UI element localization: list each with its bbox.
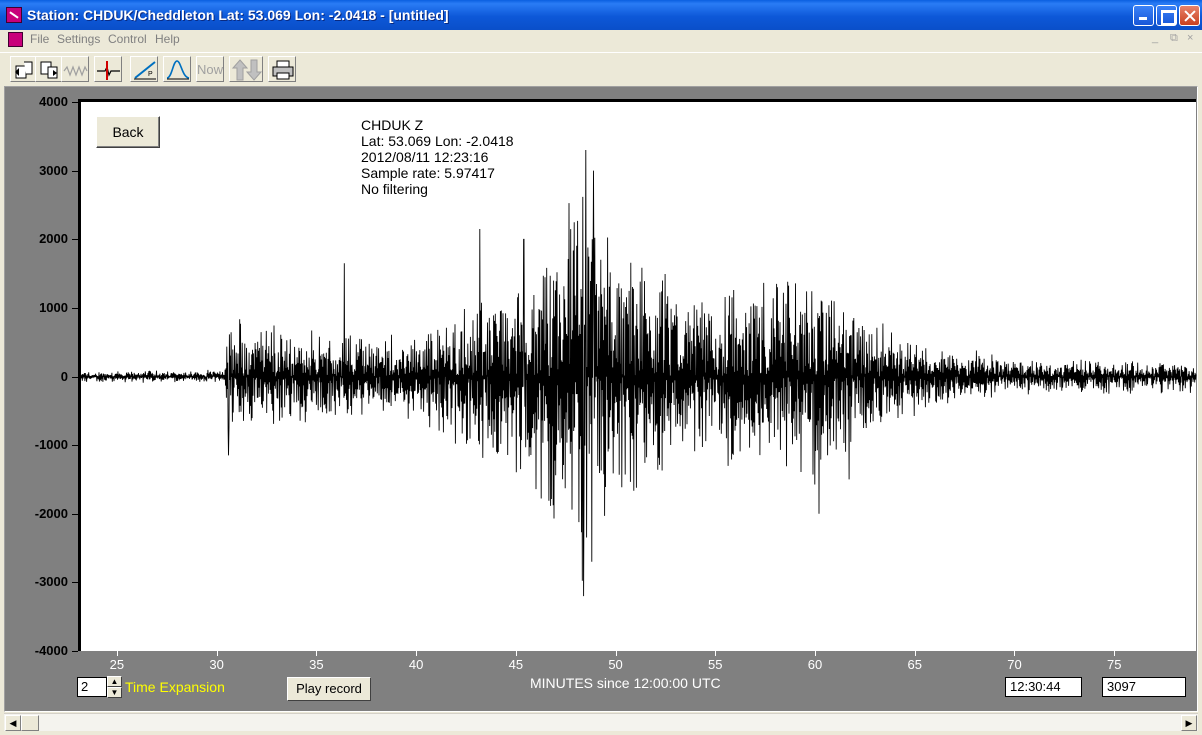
now-label: Now (197, 62, 224, 77)
open-file-button[interactable] (10, 56, 38, 82)
y-tick-label: 1000 (39, 299, 68, 315)
y-tick-label: -2000 (34, 505, 68, 521)
trend-button[interactable]: P (130, 56, 158, 82)
scroll-thumb[interactable] (21, 715, 39, 731)
save-file-button[interactable] (35, 56, 63, 82)
series-line (81, 149, 1197, 597)
time-expansion-label: Time Expansion (125, 679, 225, 695)
x-tick-label: 30 (209, 657, 224, 672)
x-tick-label: 50 (608, 657, 623, 672)
spin-down-icon: ▼ (110, 688, 119, 697)
menu-bar: File Settings Control Help _ ⧉ × (0, 30, 1202, 49)
trend-icon: P (134, 61, 156, 80)
y-tick-label: 0 (60, 368, 68, 384)
y-tick-label: 3000 (39, 162, 68, 178)
menu-control[interactable]: Control (108, 32, 147, 46)
close-button[interactable] (1179, 5, 1200, 26)
x-tick-label: 75 (1106, 657, 1122, 672)
y-tick-label: 4000 (39, 94, 68, 109)
app-window: Station: CHDUK/Cheddleton Lat: 53.069 Lo… (0, 0, 1202, 735)
filter-status: No filtering (361, 181, 428, 197)
y-tick-label: -1000 (34, 437, 68, 453)
svg-text:P: P (148, 71, 153, 78)
horizontal-scrollbar[interactable]: ◀ ▶ (4, 713, 1198, 731)
station-name: CHDUK Z (361, 117, 424, 133)
time-readout: 12:30:44 (1005, 677, 1082, 697)
station-location: Lat: 53.069 Lon: -2.0418 (361, 133, 514, 149)
waveform-icon (63, 65, 88, 77)
x-tick-label: 25 (109, 657, 125, 672)
plot-area[interactable]: Back CHDUK Z Lat: 53.069 Lon: -2.0418 20… (78, 99, 1197, 651)
trace-info: CHDUK Z Lat: 53.069 Lon: -2.0418 2012/08… (361, 117, 514, 197)
document-icon[interactable] (8, 32, 23, 47)
spin-up-icon: ▲ (110, 677, 119, 686)
toolbar: P Now (0, 52, 1202, 84)
scroll-left-icon: ◀ (9, 718, 17, 728)
x-tick-label: 70 (1007, 657, 1022, 672)
pick-marker-button[interactable] (94, 56, 122, 82)
mdi-minimize-button[interactable]: _ (1152, 32, 1158, 44)
app-icon[interactable] (6, 7, 22, 23)
x-tick-label: 40 (408, 657, 424, 672)
printer-icon (272, 60, 294, 80)
x-tick-label: 60 (807, 657, 823, 672)
title-bar[interactable]: Station: CHDUK/Cheddleton Lat: 53.069 Lo… (0, 0, 1202, 30)
x-tick-label: 35 (309, 657, 324, 672)
up-down-arrows-icon (231, 59, 263, 81)
value-readout: 3097 (1102, 677, 1186, 697)
maximize-button[interactable] (1156, 5, 1177, 26)
now-button[interactable]: Now (196, 56, 224, 82)
y-tick (72, 651, 78, 652)
back-button[interactable]: Back (96, 116, 160, 148)
seismogram-panel: 4000 3000 2000 1000 0 -1000 -2000 -3000 -4000 25… (4, 86, 1198, 712)
spectrum-icon (166, 60, 190, 80)
print-button[interactable] (268, 56, 296, 82)
window-title: Station: CHDUK/Cheddleton Lat: 53.069 Lo… (27, 7, 449, 23)
scroll-right-button[interactable]: ▶ (1181, 715, 1197, 731)
spin-up-button[interactable]: ▲ (107, 676, 122, 687)
x-tick-label: 65 (907, 657, 922, 672)
menu-settings[interactable]: Settings (57, 32, 100, 46)
waveform-button[interactable] (61, 56, 89, 82)
time-expansion-input[interactable]: 2 (77, 677, 107, 697)
play-record-button[interactable]: Play record (287, 677, 371, 701)
menu-help[interactable]: Help (155, 32, 180, 46)
mdi-close-button[interactable]: × (1187, 32, 1193, 44)
menu-file[interactable]: File (30, 32, 49, 46)
x-axis-title: MINUTES since 12:00:00 UTC (530, 675, 721, 691)
scroll-left-button[interactable]: ◀ (5, 715, 21, 731)
sample-rate: Sample rate: 5.97417 (361, 165, 495, 181)
minimize-button[interactable] (1133, 5, 1154, 26)
mdi-restore-button[interactable]: ⧉ (1170, 32, 1178, 45)
pick-marker-icon (97, 61, 120, 80)
scroll-right-icon: ▶ (1185, 718, 1193, 728)
y-tick-label: -4000 (34, 643, 68, 658)
save-file-icon (40, 61, 58, 79)
x-tick-label: 45 (508, 657, 524, 672)
start-datetime: 2012/08/11 12:23:16 (361, 149, 489, 165)
spectrum-button[interactable] (163, 56, 191, 82)
spin-down-button[interactable]: ▼ (107, 687, 122, 698)
scroll-updown-button[interactable] (229, 56, 263, 82)
seismogram-trace (81, 149, 1197, 597)
x-tick-label: 55 (708, 657, 723, 672)
y-tick-label: 2000 (39, 231, 68, 247)
y-tick-label: -3000 (34, 574, 68, 590)
